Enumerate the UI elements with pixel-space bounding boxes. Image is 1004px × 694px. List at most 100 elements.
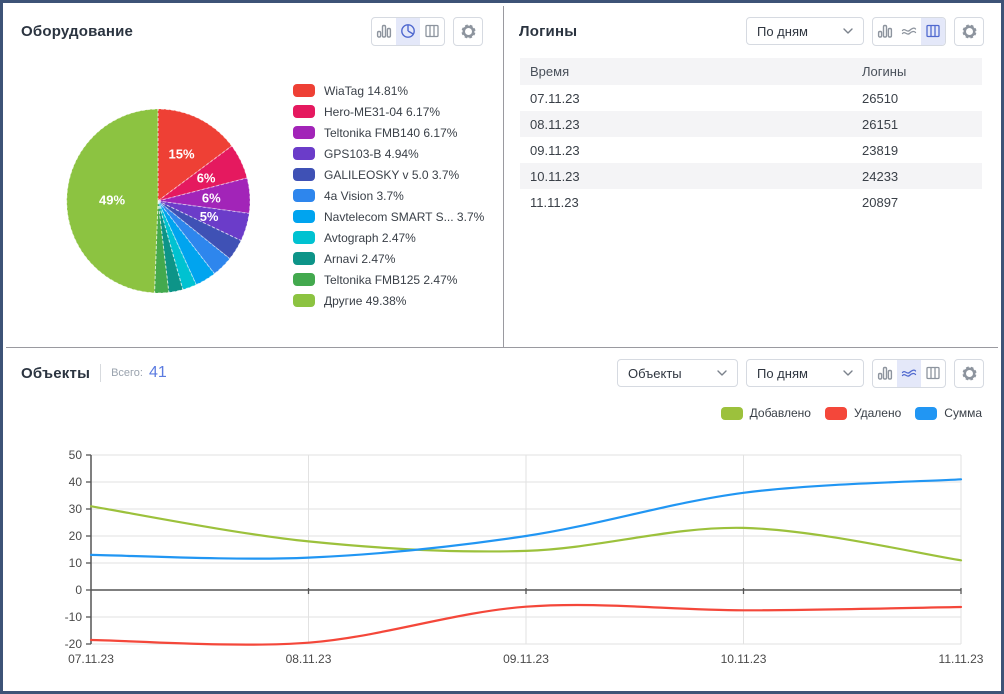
svg-text:10: 10 [69,556,83,570]
table-row: 10.11.23 24233 [520,163,982,189]
svg-text:09.11.23: 09.11.23 [503,652,549,666]
pie-slice-label: 5% [200,209,219,224]
legend-label: Teltonika FMB125 2.47% [324,272,458,287]
svg-text:07.11.23: 07.11.23 [68,652,114,666]
legend-item[interactable]: Другие 49.38% [293,290,484,311]
legend-label: Avtograph 2.47% [324,230,416,245]
column-header-time: Время [530,64,570,79]
bar-chart-view-icon[interactable] [873,360,897,387]
logins-table-body: 07.11.23 26510 08.11.23 26151 09.11.23 23819 1… [520,85,982,215]
legend-label: Сумма [944,406,982,420]
table-view-icon[interactable] [921,17,945,45]
legend-label: Teltonika FMB140 6.17% [324,125,458,140]
logins-title: Логины [519,22,578,40]
legend-swatch [293,126,315,139]
svg-text:0: 0 [75,583,82,597]
dashboard-frame: Оборудование 15% 6% 6% 5% 49% WiaTag 14.81% H… [0,0,1004,694]
legend-item[interactable]: WiaTag 14.81% [293,80,484,101]
divider [100,364,102,382]
objects-header: Объекты Всего: 41 Объекты По дням [6,348,998,388]
objects-period-select[interactable]: По дням [746,359,864,387]
pie-slice-label: 6% [202,190,221,205]
cell-time: 07.11.23 [530,90,580,106]
legend-label: Arnavi 2.47% [324,251,396,266]
objects-settings-button[interactable] [954,358,984,388]
legend-swatch [293,147,315,160]
objects-entity-select[interactable]: Объекты [617,359,738,387]
legend-label: Hero-ME31-04 6.17% [324,104,441,119]
objects-line-chart: 50 40 30 20 10 0 -10 -2007.11.23 08.11.23 09.11.2… [65,448,984,666]
legend-swatch [293,210,315,223]
legend-item[interactable]: GPS103-B 4.94% [293,143,484,164]
cell-time: 09.11.23 [530,142,580,158]
svg-text:40: 40 [69,475,83,489]
svg-text:-20: -20 [65,637,83,651]
table-row: 09.11.23 23819 [520,137,982,163]
legend-item[interactable]: Navtelecom SMART S... 3.7% [293,206,484,227]
pie-slice-label: 49% [99,193,125,208]
legend-item[interactable]: Arnavi 2.47% [293,248,484,269]
legend-item[interactable]: Удалено [824,406,902,420]
legend-swatch [293,252,315,265]
objects-panel: Объекты Всего: 41 Объекты По дням Добавл… [6,348,998,688]
cell-logins: 23819 [862,142,899,158]
table-row: 07.11.23 26510 [520,85,982,111]
legend-item[interactable]: 4a Vision 3.7% [293,185,484,206]
equipment-panel: Оборудование 15% 6% 6% 5% 49% WiaTag 14.81% H… [6,6,504,348]
legend-swatch [720,406,743,420]
legend-swatch [293,231,315,244]
line-chart-view-icon[interactable] [897,18,921,45]
logins-period-select[interactable]: По дням [746,17,864,45]
logins-settings-button[interactable] [954,16,984,46]
legend-item[interactable]: Сумма [915,406,982,420]
logins-period-value: По дням [757,23,808,39]
cell-time: 11.11.23 [530,194,579,210]
legend-swatch [293,189,315,202]
logins-panel: Логины По дням Время Логины 07.11.23 2651… [504,6,998,348]
chevron-down-icon [843,370,853,376]
column-header-logins: Логины [862,64,907,79]
legend-item[interactable]: Teltonika FMB140 6.17% [293,122,484,143]
table-view-icon[interactable] [921,360,945,387]
legend-item[interactable]: Hero-ME31-04 6.17% [293,101,484,122]
legend-swatch [293,273,315,286]
svg-text:20: 20 [69,529,83,543]
legend-item[interactable]: Добавлено [720,406,811,420]
chevron-down-icon [843,28,853,34]
logins-view-switcher [872,16,946,46]
objects-period-value: По дням [757,365,808,381]
logins-table: Время Логины 07.11.23 26510 08.11.23 26151 0… [520,58,982,215]
legend-item[interactable]: GALILEOSKY v 5.0 3.7% [293,164,484,185]
legend-label: WiaTag 14.81% [324,83,409,98]
objects-entity-value: Объекты [628,365,682,381]
pie-slice-label: 15% [168,147,194,162]
legend-label: GPS103-B 4.94% [324,146,419,161]
legend-swatch [915,406,938,420]
line-chart-view-icon[interactable] [897,359,921,387]
svg-text:08.11.23: 08.11.23 [286,652,332,666]
legend-swatch [293,294,315,307]
cell-logins: 26510 [862,90,899,106]
bar-chart-view-icon[interactable] [873,18,897,45]
equipment-pie-legend: WiaTag 14.81% Hero-ME31-04 6.17% Teltonika… [293,80,484,311]
legend-item[interactable]: Teltonika FMB125 2.47% [293,269,484,290]
objects-title: Объекты [21,364,91,382]
legend-label: Удалено [853,406,902,420]
logins-table-header: Время Логины [520,58,982,85]
objects-total-value: 41 [148,364,167,381]
legend-swatch [293,168,315,181]
objects-view-switcher [872,358,946,388]
cell-time: 08.11.23 [530,116,580,132]
table-row: 11.11.23 20897 [520,189,982,215]
objects-total-label: Всего: [111,367,143,379]
legend-swatch [293,105,315,118]
legend-item[interactable]: Avtograph 2.47% [293,227,484,248]
svg-text:30: 30 [69,502,83,516]
legend-label: Другие 49.38% [324,293,407,308]
cell-logins: 20897 [862,194,899,210]
svg-text:-10: -10 [65,610,83,624]
legend-swatch [293,84,315,97]
svg-text:10.11.23: 10.11.23 [721,652,767,666]
logins-header: Логины По дням [504,6,998,46]
cell-logins: 24233 [862,168,899,184]
